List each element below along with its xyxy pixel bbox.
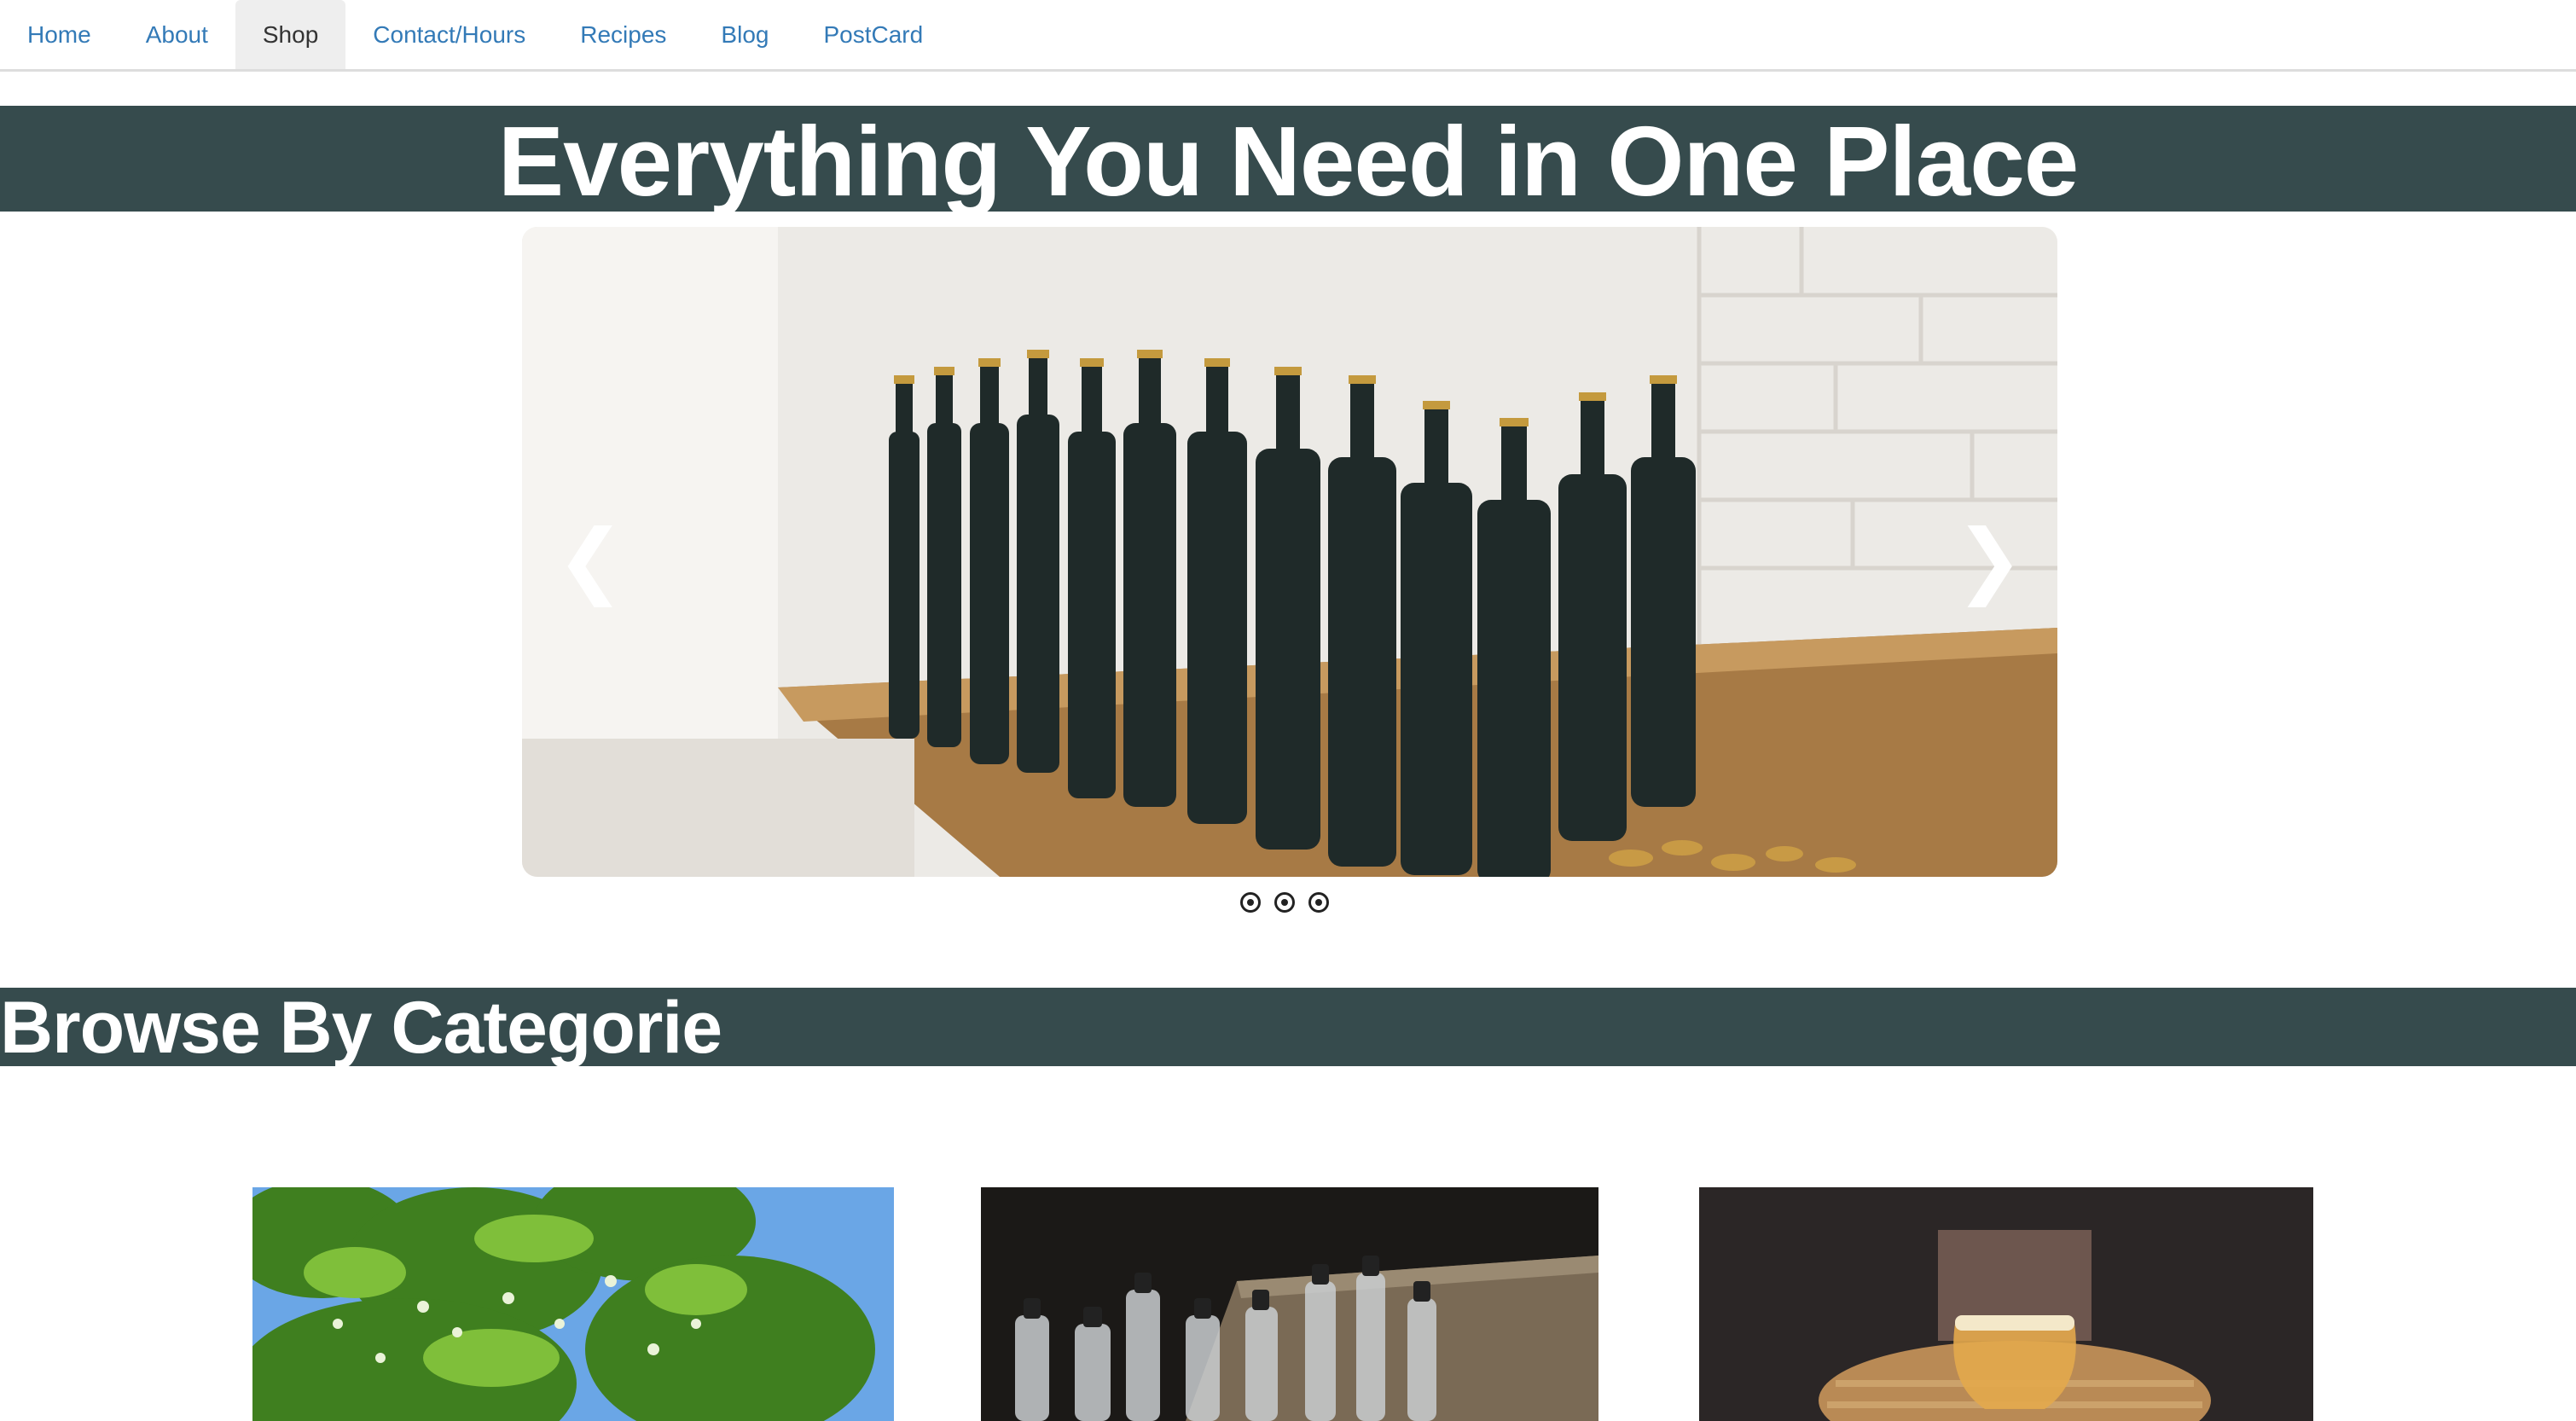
category-card-hops[interactable] (252, 1187, 894, 1421)
nav-about[interactable]: About (119, 0, 235, 69)
category-card-bottles[interactable] (981, 1187, 1598, 1421)
carousel-dot-1[interactable] (1240, 892, 1261, 913)
nav-home[interactable]: Home (0, 0, 119, 69)
nav-contact-hours[interactable]: Contact/Hours (345, 0, 553, 69)
category-title: Browse By Categorie (0, 987, 722, 1069)
carousel-indicators (1240, 892, 1329, 913)
carousel-slide-image (522, 227, 2057, 877)
hero-title: Everything You Need in One Place (497, 106, 2080, 217)
bottles-crate-image (981, 1187, 1598, 1421)
beer-glass-image (1699, 1187, 2313, 1421)
nav-blog[interactable]: Blog (693, 0, 796, 69)
chevron-right-icon[interactable]: ❯ (1955, 517, 2023, 602)
carousel-dot-3[interactable] (1308, 892, 1329, 913)
nav-shop[interactable]: Shop (235, 0, 346, 69)
image-carousel[interactable]: ❮ ❯ (522, 227, 2057, 877)
top-nav: Home About Shop Contact/Hours Recipes Bl… (0, 0, 2576, 72)
category-card-beer-glass[interactable] (1699, 1187, 2313, 1421)
chevron-left-icon[interactable]: ❮ (556, 517, 624, 602)
carousel-dot-2[interactable] (1274, 892, 1295, 913)
hops-image (252, 1187, 894, 1421)
nav-recipes[interactable]: Recipes (553, 0, 693, 69)
nav-postcard[interactable]: PostCard (796, 0, 950, 69)
